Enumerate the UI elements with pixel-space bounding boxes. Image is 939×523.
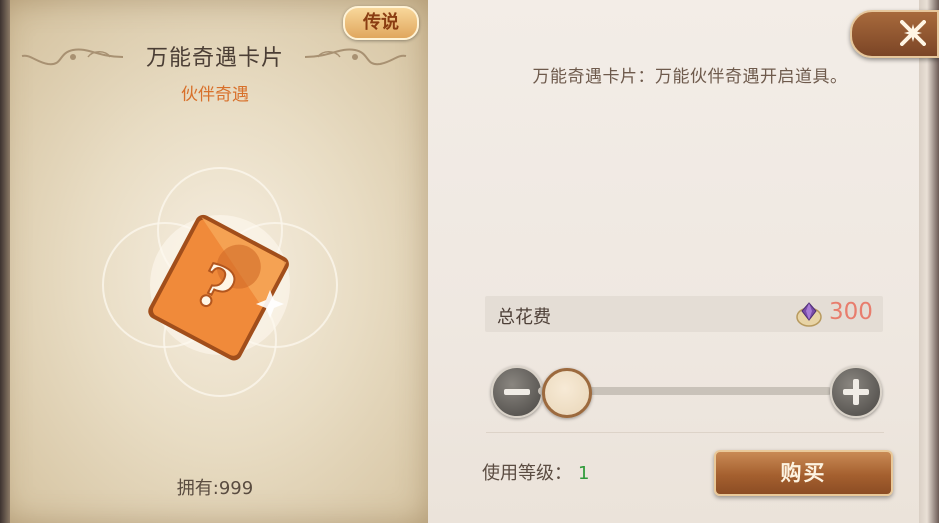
divider [486, 432, 884, 433]
purple-gem-coin-icon [796, 302, 822, 327]
total-cost-label: 总花费 [497, 307, 551, 328]
required-level-value: 1 [578, 463, 590, 484]
total-cost-value: 300 [829, 299, 873, 325]
item-category: 伙伴奇遇 [181, 85, 249, 105]
rarity-badge: 传说 [343, 6, 419, 40]
close-button[interactable] [850, 10, 939, 58]
item-name: 万能奇遇卡片 [145, 46, 284, 71]
total-cost-row: 总花费 300 [485, 296, 883, 332]
decrease-quantity-button[interactable] [491, 366, 543, 418]
required-level-label: 使用等级： [482, 463, 572, 484]
close-x-icon [900, 20, 926, 46]
increase-quantity-button[interactable] [830, 366, 882, 418]
item-card-panel: 传说 万能奇遇卡片 伙伴奇遇 ? 拥有:999 [0, 0, 428, 523]
required-level: 使用等级： 1 [482, 459, 589, 485]
owned-count: 拥有:999 [176, 478, 254, 499]
quantity-slider-knob[interactable] [542, 368, 592, 418]
question-mark-card-icon: ? [102, 167, 338, 397]
item-description: 万能奇遇卡片：万能伙伴奇遇开启道具。 [532, 67, 848, 87]
panel-edge [919, 0, 939, 523]
buy-button[interactable]: 购买 [714, 450, 893, 496]
